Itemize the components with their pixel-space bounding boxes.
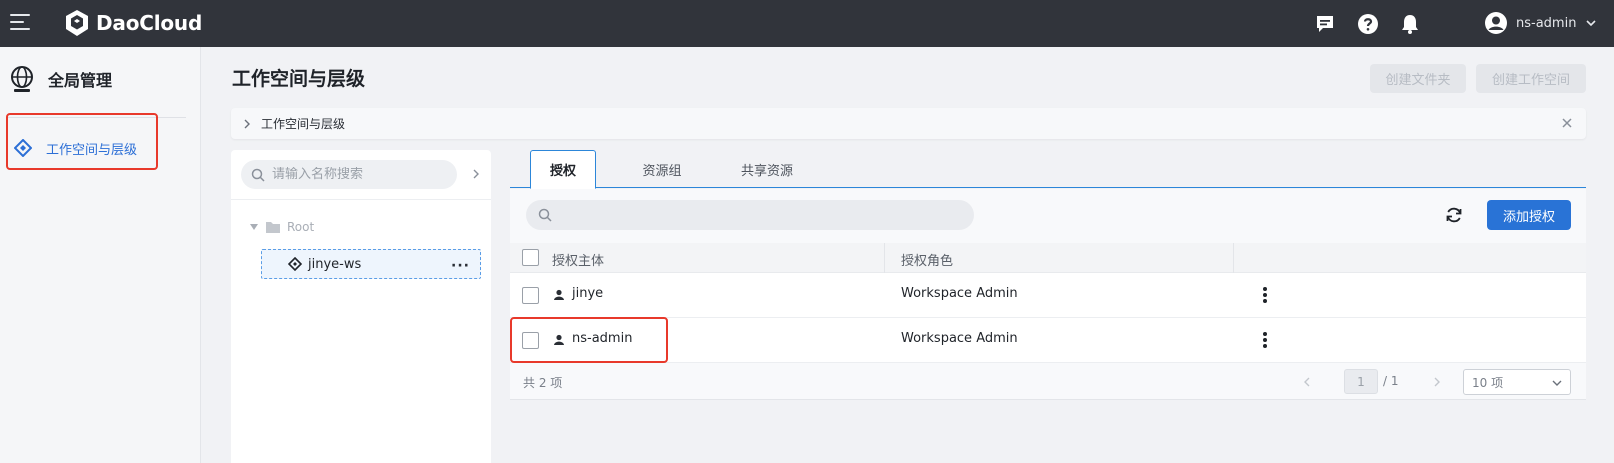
breadcrumb-item[interactable]: 工作空间与层级 [261,115,345,132]
row-checkbox[interactable] [522,287,539,304]
chevron-right-icon[interactable] [471,168,481,180]
sidebar: 全局管理 工作空间与层级 [0,47,201,463]
column-divider [884,243,885,273]
tree-node-label: jinye-ws [308,256,362,272]
table-header: 授权主体 授权角色 [510,243,1586,273]
folder-icon [266,222,280,233]
create-workspace-button[interactable]: 创建工作空间 [1476,64,1586,93]
row-role: Workspace Admin [901,331,1018,346]
bell-icon[interactable] [1399,13,1421,35]
pagination: 共 2 项 1 / 1 10 项 [510,363,1586,400]
globe-icon [11,66,33,92]
authorization-table: 授权主体 授权角色 jinye Workspace Admin ns-admin… [510,243,1586,400]
avatar-icon [1485,12,1507,34]
tab-shared-resources[interactable]: 共享资源 [714,150,820,188]
highlight-box [6,113,158,170]
column-header-role: 授权角色 [901,254,954,269]
chevron-right-icon[interactable] [243,118,251,130]
kebab-menu-icon[interactable] [1262,331,1268,349]
tree-node-workspace[interactable]: jinye-ws ··· [261,249,481,279]
table-row: jinye Workspace Admin [510,273,1586,318]
tree-root[interactable]: Root [249,220,314,234]
row-subject: jinye [572,286,604,301]
table-row: ns-admin Workspace Admin [510,318,1586,363]
workspace-icon [288,257,302,271]
page-size-select[interactable]: 10 项 [1463,369,1571,395]
tab-authorization[interactable]: 授权 [530,150,596,189]
user-icon [554,289,564,300]
divider [231,199,491,200]
tree-root-label: Root [287,220,315,234]
sidebar-title: 全局管理 [48,71,113,90]
tree-panel: Root jinye-ws ··· [231,150,491,463]
main-panel: 授权 资源组 共享资源 添加授权 授权主体 授权角色 jinye Workspa… [510,150,1586,402]
add-authorization-button[interactable]: 添加授权 [1487,200,1571,230]
tree-search[interactable] [241,160,457,189]
tree-search-input[interactable] [272,167,442,182]
highlight-box [510,317,668,363]
message-icon[interactable] [1314,13,1336,35]
row-role: Workspace Admin [901,286,1018,301]
menu-icon[interactable] [10,14,30,32]
page-title: 工作空间与层级 [232,68,366,90]
breadcrumb: 工作空间与层级 [231,108,1586,139]
chevron-right-icon[interactable] [1433,376,1441,388]
chevron-left-icon[interactable] [1303,376,1311,388]
page-size-value: 10 项 [1472,375,1504,390]
search-icon [251,168,265,182]
page-input[interactable]: 1 [1344,369,1378,394]
kebab-menu-icon[interactable] [1262,286,1268,304]
tab-resource-groups[interactable]: 资源组 [618,150,706,188]
chevron-down-icon [1552,380,1562,386]
create-folder-button[interactable]: 创建文件夹 [1370,64,1466,93]
tab-bar: 授权 资源组 共享资源 [510,150,1586,189]
logo[interactable]: DaoCloud [64,9,202,37]
more-icon[interactable]: ··· [451,258,470,274]
top-bar: DaoCloud ns-admin [0,0,1614,47]
help-icon[interactable] [1357,13,1379,35]
column-divider [1233,243,1234,273]
total-count: 共 2 项 [523,376,563,390]
toolbar: 添加授权 [510,189,1586,243]
select-all-checkbox[interactable] [522,249,539,266]
column-header-subject: 授权主体 [552,254,605,269]
username: ns-admin [1516,15,1577,31]
daocloud-logo-icon [66,10,88,36]
table-search[interactable] [526,200,974,230]
table-search-input[interactable] [558,207,958,223]
sidebar-header: 全局管理 [8,65,112,93]
refresh-icon[interactable] [1444,205,1464,225]
close-icon[interactable] [1560,116,1574,130]
user-menu[interactable]: ns-admin [1484,11,1597,35]
chevron-down-icon [1586,20,1597,27]
search-icon [538,208,552,222]
caret-down-icon[interactable] [249,223,259,231]
page-total: / 1 [1383,374,1399,388]
brand-name: DaoCloud [96,11,203,35]
